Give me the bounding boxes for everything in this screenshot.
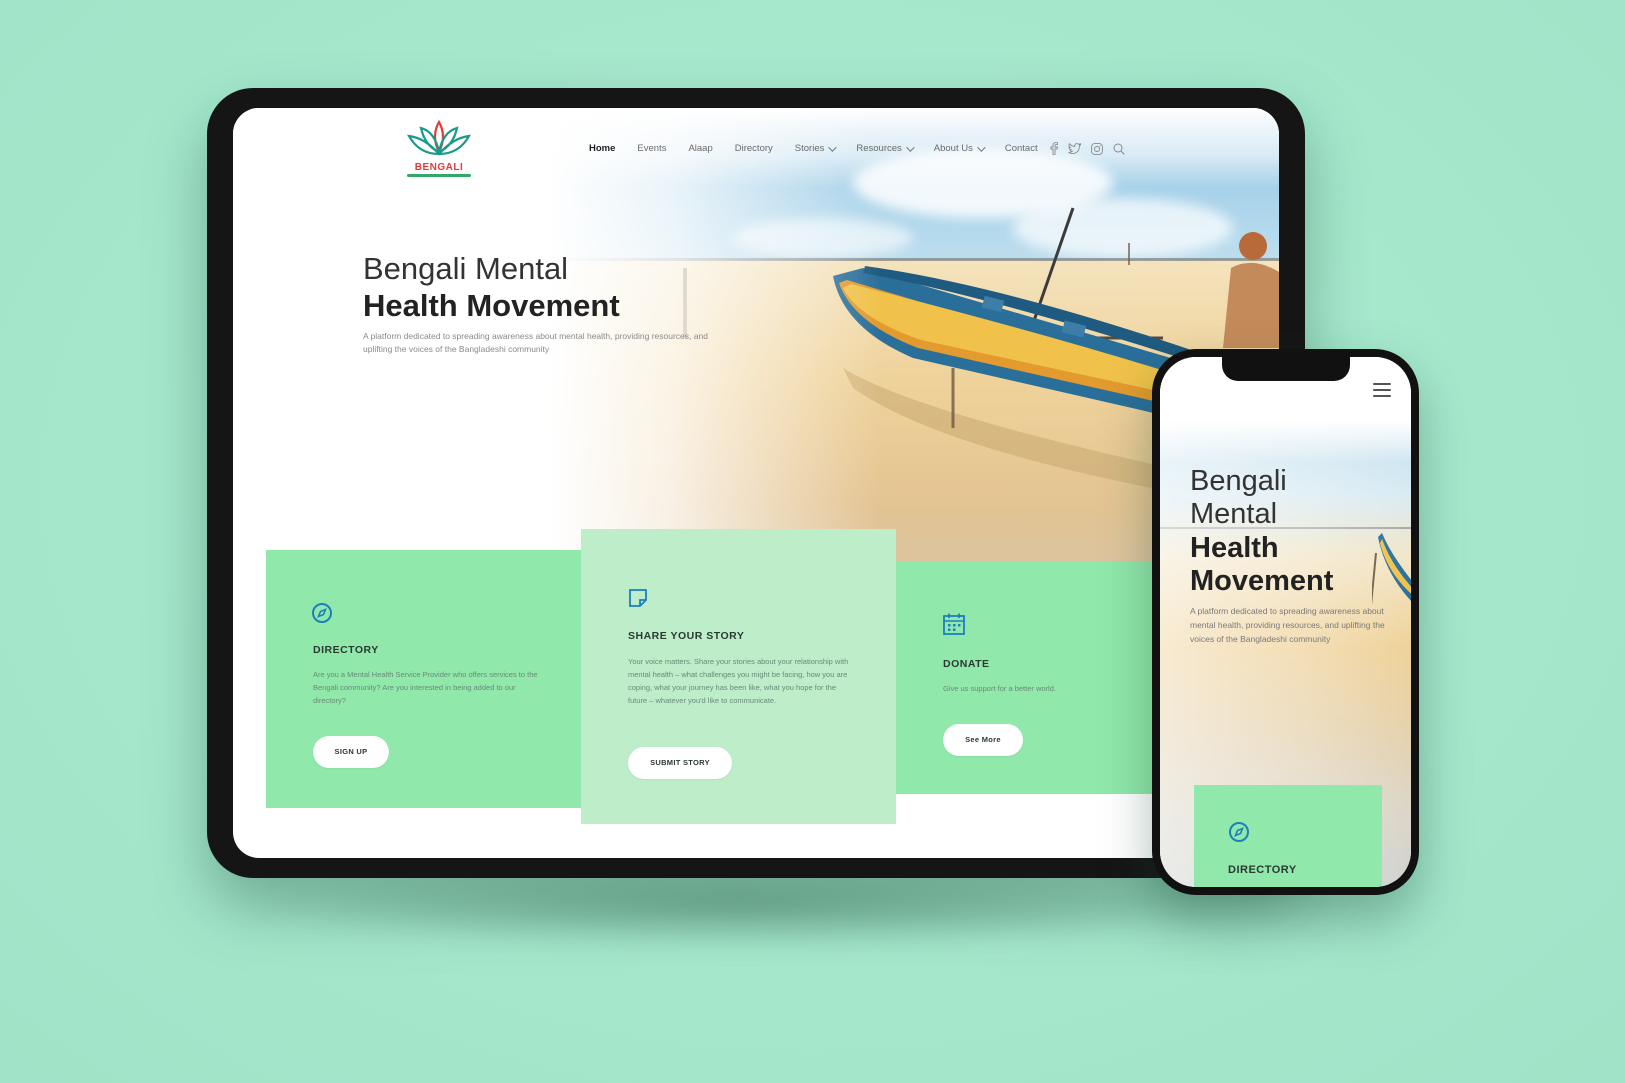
lotus-logo-icon xyxy=(406,119,472,156)
sign-up-button[interactable]: SIGN UP xyxy=(313,736,389,768)
phone-title-line: Bengali xyxy=(1190,465,1287,497)
card-title: DIRECTORY xyxy=(313,644,379,656)
nav-label: About Us xyxy=(933,143,973,154)
card-title: SHARE YOUR STORY xyxy=(628,630,745,642)
tablet-screen: BENGALI Home Events Alaap Directory Stor… xyxy=(233,108,1279,858)
compass-icon xyxy=(311,602,333,629)
social-links xyxy=(1050,142,1125,155)
calendar-icon xyxy=(942,612,966,641)
facebook-icon[interactable] xyxy=(1050,142,1058,155)
nav-item-stories[interactable]: Stories xyxy=(794,142,838,154)
phone-hero-description: A platform dedicated to spreading awaren… xyxy=(1190,606,1385,644)
phone-notch xyxy=(1222,357,1350,381)
nav-label: Contact xyxy=(1004,143,1038,154)
tablet-device: BENGALI Home Events Alaap Directory Stor… xyxy=(207,88,1305,878)
phone-title-line: Mental xyxy=(1190,498,1278,530)
chevron-down-icon xyxy=(905,142,915,152)
submit-story-button[interactable]: SUBMIT STORY xyxy=(628,747,732,779)
nav-label: Stories xyxy=(794,143,825,154)
phone-screen: Bengali Mental Health Movement A platfor… xyxy=(1160,357,1411,887)
instagram-icon[interactable] xyxy=(1090,142,1103,155)
see-more-button[interactable]: See More xyxy=(943,724,1023,756)
phone-title-line: Movement xyxy=(1190,565,1334,597)
nav-label: Alaap xyxy=(688,143,713,154)
hero-title-line-1: Bengali Mental xyxy=(363,251,569,286)
hero-description: A platform dedicated to spreading awaren… xyxy=(363,331,708,354)
phone-directory-card: DIRECTORY xyxy=(1194,785,1382,887)
nav-item-contact[interactable]: Contact xyxy=(1005,143,1038,154)
hero-title-line-2: Health Movement xyxy=(363,288,620,323)
share-story-card: SHARE YOUR STORY Your voice matters. Sha… xyxy=(581,529,896,824)
top-navigation: BENGALI Home Events Alaap Directory Stor… xyxy=(233,108,1279,188)
nav-label: Resources xyxy=(856,143,902,154)
nav-item-alaap[interactable]: Alaap xyxy=(688,143,712,154)
chevron-down-icon xyxy=(977,142,986,152)
card-text: Are you a Mental Health Service Provider… xyxy=(313,670,538,705)
directory-card: DIRECTORY Are you a Mental Health Servic… xyxy=(266,550,581,808)
search-icon[interactable] xyxy=(1113,143,1125,155)
logo-wordmark: BENGALI xyxy=(414,162,464,173)
logo-tagline-bar xyxy=(407,174,471,177)
nav-item-about-us[interactable]: About Us xyxy=(933,142,986,154)
nav-item-resources[interactable]: Resources xyxy=(856,142,915,154)
nav-item-directory[interactable]: Directory xyxy=(735,143,773,154)
twitter-icon[interactable] xyxy=(1067,143,1081,154)
card-title: DONATE xyxy=(943,658,990,670)
chevron-down-icon xyxy=(828,142,838,152)
card-text: Your voice matters. Share your stories a… xyxy=(628,657,849,705)
main-menu: Home Events Alaap Directory Stories Reso… xyxy=(589,142,1125,155)
hamburger-menu-icon[interactable] xyxy=(1373,383,1391,401)
nav-label: Directory xyxy=(734,143,773,154)
phone-card-title: DIRECTORY xyxy=(1228,864,1297,876)
phone-hero-title-bold: Health Movement xyxy=(1190,532,1333,598)
phone-device: Bengali Mental Health Movement A platfor… xyxy=(1152,349,1419,895)
phone-hero-title-light: Bengali Mental xyxy=(1190,465,1287,531)
nav-label: Events xyxy=(637,143,667,154)
nav-label: Home xyxy=(589,143,616,154)
nav-item-home[interactable]: Home xyxy=(589,143,615,154)
phone-title-line: Health xyxy=(1190,532,1279,564)
card-text: Give us support for a better world. xyxy=(943,684,1056,693)
donate-card: DONATE Give us support for a better worl… xyxy=(896,562,1156,794)
site-logo[interactable]: BENGALI xyxy=(403,116,475,186)
mockup-background: BENGALI Home Events Alaap Directory Stor… xyxy=(0,0,1625,1083)
nav-item-events[interactable]: Events xyxy=(637,143,666,154)
compass-icon xyxy=(1228,821,1250,848)
note-icon xyxy=(627,587,649,614)
